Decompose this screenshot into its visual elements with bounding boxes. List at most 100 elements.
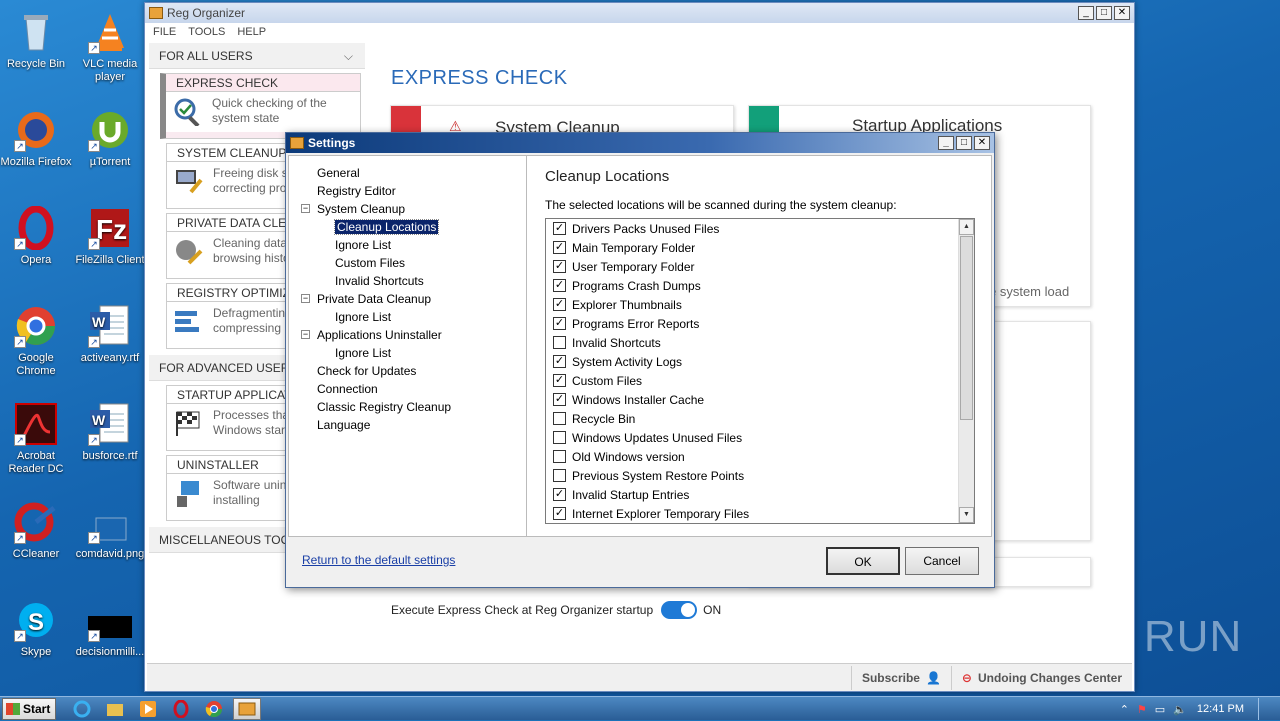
ie-taskbar-icon[interactable] bbox=[68, 698, 96, 720]
desktop-icon-utorrent[interactable]: ↗ µTorrent bbox=[74, 108, 146, 169]
checkbox[interactable]: ✓ bbox=[553, 279, 566, 292]
subscribe-button[interactable]: Subscribe 👤 bbox=[850, 665, 951, 690]
svg-text:W: W bbox=[92, 412, 106, 428]
sidebar-item-express-check[interactable]: EXPRESS CHECK Quick checking of the syst… bbox=[160, 73, 361, 139]
menu-tools[interactable]: TOOLS bbox=[188, 26, 225, 38]
tree-item[interactable]: Connection bbox=[301, 380, 526, 398]
desktop-icon-vlc[interactable]: ↗ VLC media player bbox=[74, 10, 146, 84]
reset-defaults-link[interactable]: Return to the default settings bbox=[302, 553, 455, 567]
checkbox[interactable] bbox=[553, 431, 566, 444]
checkbox[interactable]: ✓ bbox=[553, 222, 566, 235]
undo-changes-center-button[interactable]: ⊖ Undoing Changes Center bbox=[950, 665, 1132, 690]
flag-warning-icon[interactable]: ⚑ bbox=[1137, 703, 1147, 716]
tree-collapse-icon[interactable]: − bbox=[301, 204, 310, 213]
checkbox[interactable] bbox=[553, 450, 566, 463]
cancel-button[interactable]: Cancel bbox=[905, 547, 979, 575]
start-button[interactable]: Start bbox=[2, 697, 56, 720]
location-item[interactable]: ✓ Main Temporary Folder bbox=[546, 238, 974, 257]
location-item[interactable]: ✓ Programs Crash Dumps bbox=[546, 276, 974, 295]
checkbox[interactable] bbox=[553, 336, 566, 349]
scroll-thumb[interactable] bbox=[960, 236, 973, 420]
opera-taskbar-icon[interactable] bbox=[167, 698, 195, 720]
menu-help[interactable]: HELP bbox=[237, 26, 266, 38]
explorer-taskbar-icon[interactable] bbox=[101, 698, 129, 720]
checkbox[interactable]: ✓ bbox=[553, 298, 566, 311]
location-item[interactable]: Old Windows version bbox=[546, 447, 974, 466]
magnifier-check-icon bbox=[172, 96, 206, 128]
maximize-button[interactable]: □ bbox=[1096, 6, 1112, 20]
vertical-scrollbar[interactable]: ▲ ▼ bbox=[958, 219, 974, 523]
checkbox[interactable]: ✓ bbox=[553, 317, 566, 330]
tree-item[interactable]: − Private Data Cleanup bbox=[301, 290, 526, 308]
startup-toggle[interactable] bbox=[661, 601, 698, 619]
tray-expand-icon[interactable]: ⌃ bbox=[1120, 703, 1129, 716]
tree-item[interactable]: Cleanup Locations bbox=[301, 218, 526, 236]
checkbox[interactable]: ✓ bbox=[553, 393, 566, 406]
minimize-button[interactable]: _ bbox=[1078, 6, 1094, 20]
location-item[interactable]: ✓ User Temporary Folder bbox=[546, 257, 974, 276]
desktop-icon-word-document[interactable]: W ↗ activeany.rtf bbox=[74, 304, 146, 365]
chrome-taskbar-icon[interactable] bbox=[200, 698, 228, 720]
desktop-icon-ccleaner[interactable]: ↗ CCleaner bbox=[0, 500, 72, 561]
checkbox[interactable]: ✓ bbox=[553, 488, 566, 501]
checkbox[interactable]: ✓ bbox=[553, 260, 566, 273]
tree-item[interactable]: Classic Registry Cleanup bbox=[301, 398, 526, 416]
checkbox[interactable]: ✓ bbox=[553, 355, 566, 368]
checkbox[interactable]: ✓ bbox=[553, 507, 566, 520]
location-item[interactable]: Invalid Shortcuts bbox=[546, 333, 974, 352]
tree-item[interactable]: General bbox=[301, 164, 526, 182]
volume-icon[interactable]: 🔈 bbox=[1173, 703, 1187, 716]
show-desktop-button[interactable] bbox=[1258, 698, 1272, 720]
location-item[interactable]: ✓ Internet Explorer Temporary Files bbox=[546, 504, 974, 523]
desktop-icon-opera[interactable]: ↗ Opera bbox=[0, 205, 72, 267]
location-item[interactable]: ✓ Drivers Packs Unused Files bbox=[546, 219, 974, 238]
maximize-button[interactable]: □ bbox=[956, 136, 972, 150]
tree-item[interactable]: Language bbox=[301, 416, 526, 434]
checkbox[interactable]: ✓ bbox=[553, 374, 566, 387]
desktop-icon-black-file[interactable]: ↗ decisionmilli... bbox=[74, 598, 146, 659]
tree-item[interactable]: − System Cleanup bbox=[301, 200, 526, 218]
scroll-up-arrow-icon[interactable]: ▲ bbox=[959, 219, 974, 235]
tree-item[interactable]: Check for Updates bbox=[301, 362, 526, 380]
desktop-icon-skype[interactable]: S ↗ Skype bbox=[0, 598, 72, 659]
tree-item[interactable]: Ignore List bbox=[301, 236, 526, 254]
desktop-icon-image-file[interactable]: ↗ comdavid.png bbox=[74, 500, 146, 561]
location-item[interactable]: Previous System Restore Points bbox=[546, 466, 974, 485]
close-button[interactable]: ✕ bbox=[974, 136, 990, 150]
tree-collapse-icon[interactable]: − bbox=[301, 330, 310, 339]
reg-organizer-taskbar-icon[interactable] bbox=[233, 697, 261, 720]
media-player-taskbar-icon[interactable] bbox=[134, 698, 162, 720]
shortcut-arrow-icon: ↗ bbox=[88, 630, 100, 642]
location-item[interactable]: ✓ Programs Error Reports bbox=[546, 314, 974, 333]
close-button[interactable]: ✕ bbox=[1114, 6, 1130, 20]
tree-item[interactable]: Custom Files bbox=[301, 254, 526, 272]
location-item[interactable]: ✓ Custom Files bbox=[546, 371, 974, 390]
tree-item[interactable]: Invalid Shortcuts bbox=[301, 272, 526, 290]
checkbox[interactable] bbox=[553, 412, 566, 425]
location-item[interactable]: ✓ Invalid Startup Entries bbox=[546, 485, 974, 504]
desktop-icon-acrobat[interactable]: ↗ Acrobat Reader DC bbox=[0, 402, 72, 476]
desktop-icon-chrome[interactable]: ↗ Google Chrome bbox=[0, 304, 72, 378]
minimize-button[interactable]: _ bbox=[938, 136, 954, 150]
location-item[interactable]: ✓ Explorer Thumbnails bbox=[546, 295, 974, 314]
desktop-icon-word-document[interactable]: W ↗ busforce.rtf bbox=[74, 402, 146, 463]
location-item[interactable]: ✓ System Activity Logs bbox=[546, 352, 974, 371]
tree-item[interactable]: Registry Editor bbox=[301, 182, 526, 200]
desktop-icon-filezilla[interactable]: Fz ↗ FileZilla Client bbox=[74, 206, 146, 267]
checkbox[interactable]: ✓ bbox=[553, 241, 566, 254]
tree-item[interactable]: Ignore List bbox=[301, 344, 526, 362]
tree-item[interactable]: Ignore List bbox=[301, 308, 526, 326]
for-all-users-header[interactable]: FOR ALL USERS ⌵ bbox=[149, 43, 365, 69]
network-icon[interactable]: ▭ bbox=[1155, 703, 1165, 716]
desktop-icon-recycle-bin[interactable]: Recycle Bin bbox=[0, 10, 72, 71]
location-item[interactable]: ✓ Windows Installer Cache bbox=[546, 390, 974, 409]
location-item[interactable]: Recycle Bin bbox=[546, 409, 974, 428]
ok-button[interactable]: OK bbox=[826, 547, 900, 575]
location-item[interactable]: Windows Updates Unused Files bbox=[546, 428, 974, 447]
tree-item[interactable]: − Applications Uninstaller bbox=[301, 326, 526, 344]
menu-file[interactable]: FILE bbox=[153, 26, 176, 38]
checkbox[interactable] bbox=[553, 469, 566, 482]
scroll-down-arrow-icon[interactable]: ▼ bbox=[959, 507, 974, 523]
tree-collapse-icon[interactable]: − bbox=[301, 294, 310, 303]
desktop-icon-firefox[interactable]: ↗ Mozilla Firefox bbox=[0, 108, 72, 169]
